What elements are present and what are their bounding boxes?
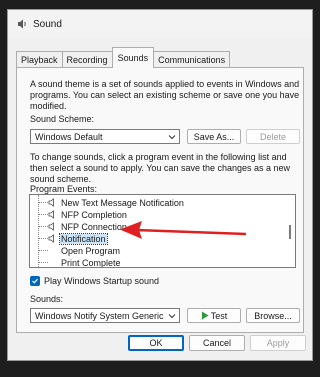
- test-label: Test: [210, 310, 228, 321]
- intro-text: A sound theme is a set of sounds applied…: [30, 79, 300, 111]
- list-item[interactable]: Open Program: [30, 245, 121, 256]
- speaker-icon: [48, 210, 57, 220]
- window-title: Sound: [33, 18, 62, 30]
- event-label: Print Complete: [61, 257, 121, 268]
- event-label: New Text Message Notification: [61, 197, 184, 208]
- event-label: NFP Connection: [61, 221, 127, 232]
- test-button[interactable]: Test: [187, 308, 241, 323]
- speaker-icon: [48, 222, 57, 232]
- title-bar[interactable]: Sound: [8, 10, 312, 38]
- tree-branch: [38, 214, 48, 215]
- sounds-label: Sounds:: [30, 294, 64, 304]
- list-item-selected[interactable]: Notification: [30, 232, 108, 245]
- sound-file-select[interactable]: Windows Notify System Generic: [30, 308, 180, 323]
- list-item[interactable]: NFP Connection: [30, 221, 128, 232]
- events-scrollbar[interactable]: [286, 195, 295, 267]
- chevron-down-icon: [168, 309, 176, 322]
- tab-playback[interactable]: Playback: [16, 51, 63, 68]
- no-sound-icon: [48, 246, 57, 256]
- tree-branch: [38, 238, 48, 239]
- sounds-panel: A sound theme is a set of sounds applied…: [16, 67, 304, 333]
- instructions-text: To change sounds, click a program event …: [30, 152, 291, 184]
- tab-recording[interactable]: Recording: [61, 51, 113, 68]
- list-item[interactable]: New Text Message Notification: [30, 197, 185, 208]
- save-as-button[interactable]: Save As...: [187, 129, 241, 144]
- speaker-icon: [16, 18, 28, 30]
- tree-branch: [38, 262, 48, 263]
- tab-communications[interactable]: Communications: [153, 51, 231, 68]
- tab-sounds[interactable]: Sounds: [111, 47, 155, 68]
- browse-button[interactable]: Browse...: [246, 308, 300, 323]
- program-events-label: Program Events:: [30, 184, 98, 194]
- sound-dialog: Sound Playback Recording Sounds Communic…: [7, 9, 313, 361]
- tree-branch: [38, 202, 48, 203]
- startup-sound-label: Play Windows Startup sound: [44, 276, 160, 286]
- play-icon: [201, 311, 209, 320]
- startup-sound-option[interactable]: Play Windows Startup sound: [30, 276, 159, 286]
- tab-strip: Playback Recording Sounds Communications: [16, 46, 231, 68]
- delete-button[interactable]: Delete: [246, 129, 300, 144]
- tree-branch: [38, 250, 48, 251]
- no-sound-icon: [48, 258, 57, 268]
- sound-file-value: Windows Notify System Generic: [35, 310, 164, 321]
- list-item[interactable]: Print Complete: [30, 257, 122, 268]
- event-label: Open Program: [61, 245, 121, 256]
- sound-scheme-value: Windows Default: [35, 131, 103, 142]
- speaker-icon: [48, 234, 57, 244]
- tree-branch: [38, 226, 48, 227]
- checkmark-icon: [32, 278, 38, 284]
- ok-button[interactable]: OK: [128, 335, 184, 351]
- scrollbar-thumb[interactable]: [289, 225, 291, 239]
- startup-sound-checkbox[interactable]: [30, 276, 40, 286]
- event-label: Notification: [59, 232, 108, 245]
- apply-button[interactable]: Apply: [250, 335, 306, 351]
- speaker-icon: [48, 198, 57, 208]
- event-label: NFP Completion: [61, 209, 127, 220]
- chevron-down-icon: [168, 130, 176, 143]
- list-item[interactable]: NFP Completion: [30, 209, 128, 220]
- sound-scheme-label: Sound Scheme:: [30, 114, 95, 124]
- cancel-button[interactable]: Cancel: [189, 335, 245, 351]
- sound-scheme-select[interactable]: Windows Default: [30, 129, 180, 144]
- program-events-list[interactable]: New Text Message Notification NFP Comple…: [29, 194, 296, 268]
